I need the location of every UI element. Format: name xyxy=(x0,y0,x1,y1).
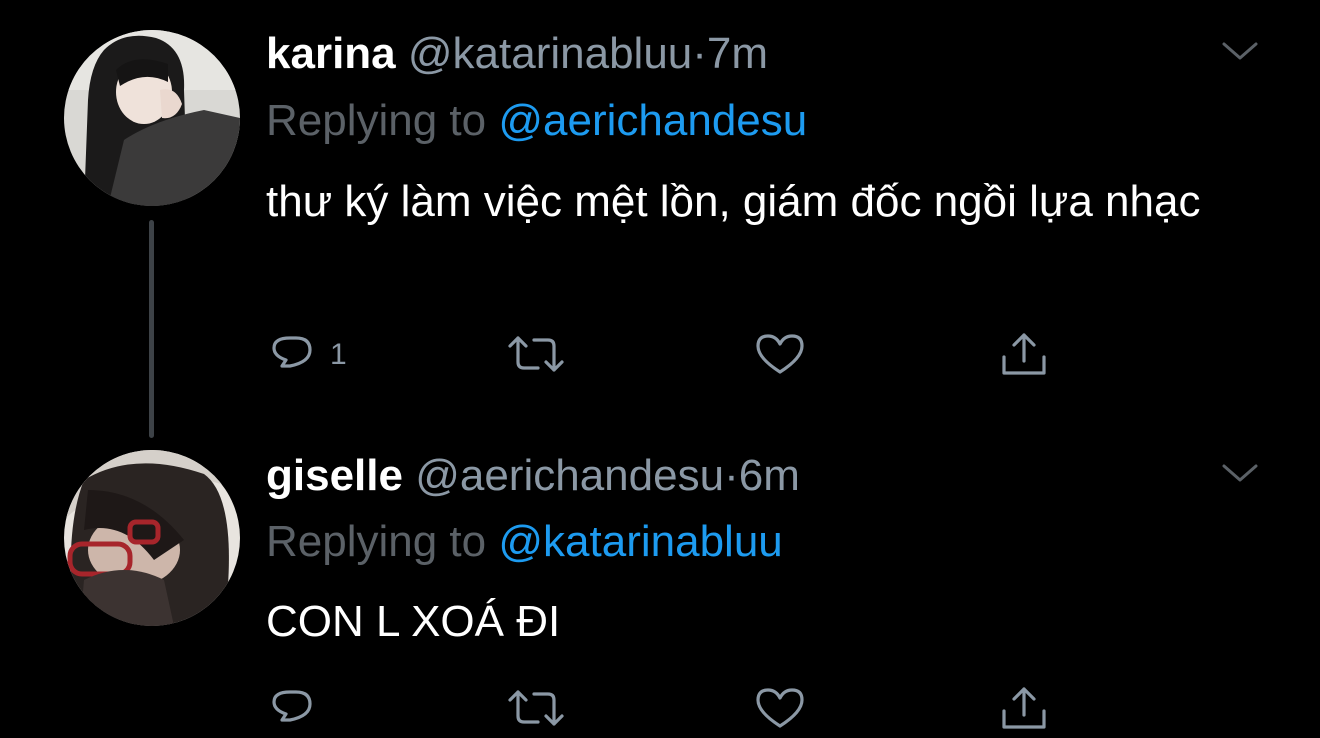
tweet-actions xyxy=(268,680,1068,736)
like-icon xyxy=(756,688,804,728)
tweet-text: thư ký làm việc mệt lồn, giám đốc ngồi l… xyxy=(266,177,1201,226)
like-button[interactable] xyxy=(754,326,806,382)
share-button[interactable] xyxy=(998,680,1050,736)
replying-to-label: Replying to xyxy=(266,96,487,145)
separator-dot: · xyxy=(724,451,739,500)
avatar[interactable] xyxy=(64,30,240,206)
mention-link[interactable]: @katarinabluu xyxy=(498,517,782,566)
thread-connector-line xyxy=(149,220,154,438)
replying-to-line: Replying to @aerichandesu xyxy=(266,95,807,147)
share-icon xyxy=(1002,333,1046,375)
reply-button[interactable] xyxy=(268,680,330,736)
chevron-down-icon[interactable] xyxy=(1218,36,1262,66)
reply-button[interactable]: 1 xyxy=(268,326,347,382)
retweet-icon xyxy=(508,336,564,372)
timestamp[interactable]: 7m xyxy=(707,29,768,78)
reply-icon xyxy=(272,336,312,368)
tweet-header: karina @katarinabluu·7m xyxy=(266,28,768,80)
tweet-header: giselle @aerichandesu·6m xyxy=(266,450,800,502)
user-handle[interactable]: @katarinabluu xyxy=(408,29,692,78)
share-icon xyxy=(1002,687,1046,729)
avatar[interactable] xyxy=(64,450,240,626)
display-name[interactable]: giselle xyxy=(266,451,403,500)
replying-to-line: Replying to @katarinabluu xyxy=(266,516,783,568)
like-icon xyxy=(756,334,804,374)
tweet[interactable]: giselle @aerichandesu·6m Replying to @ka… xyxy=(0,440,1320,738)
retweet-button[interactable] xyxy=(506,326,566,382)
reply-icon xyxy=(272,690,312,722)
timestamp[interactable]: 6m xyxy=(739,451,800,500)
mention-link[interactable]: @aerichandesu xyxy=(498,96,807,145)
like-button[interactable] xyxy=(754,680,806,736)
tweet-text: CON L XOÁ ĐI xyxy=(266,597,561,646)
tweet-actions: 1 xyxy=(268,326,1068,382)
user-handle[interactable]: @aerichandesu xyxy=(415,451,724,500)
reply-count: 1 xyxy=(330,338,347,371)
replying-to-label: Replying to xyxy=(266,517,487,566)
share-button[interactable] xyxy=(998,326,1050,382)
tweet[interactable]: karina @katarinabluu·7m Replying to @aer… xyxy=(0,0,1320,440)
chevron-down-icon[interactable] xyxy=(1218,458,1262,488)
separator-dot: · xyxy=(692,29,707,78)
retweet-button[interactable] xyxy=(506,680,566,736)
retweet-icon xyxy=(508,690,564,726)
display-name[interactable]: karina xyxy=(266,29,396,78)
